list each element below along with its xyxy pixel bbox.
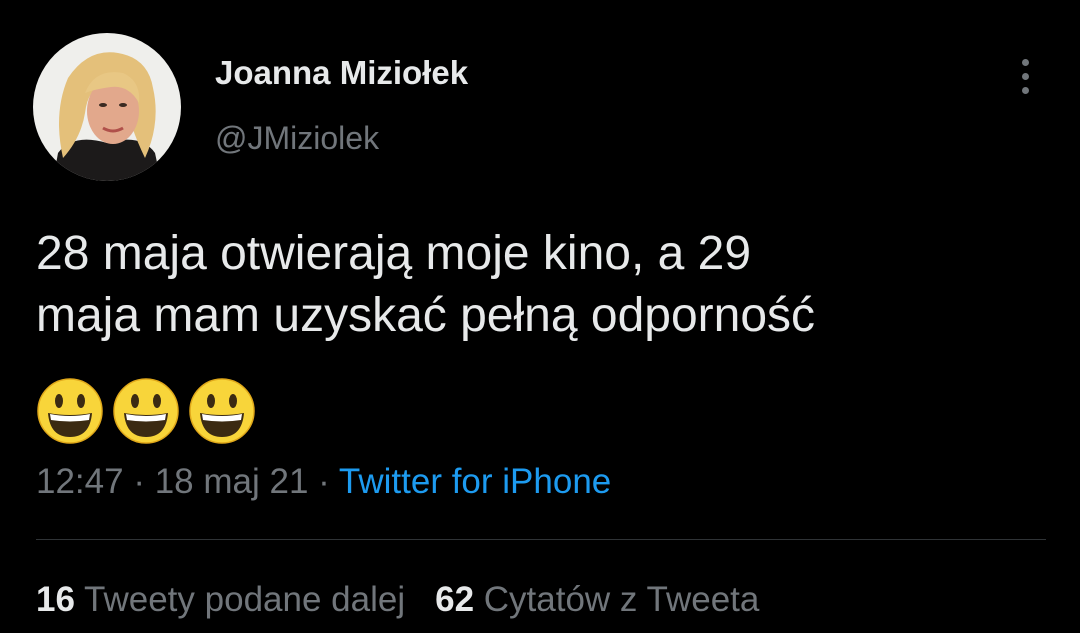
tweet-meta: 12:47 · 18 maj 21 · Twitter for iPhone (36, 462, 611, 502)
retweets-stat[interactable]: 16 Tweety podane dalej (36, 580, 405, 619)
quotes-stat[interactable]: 62 Cytatów z Tweeta (435, 580, 759, 619)
tweet-time[interactable]: 12:47 (36, 462, 124, 501)
avatar-image (33, 33, 181, 181)
retweets-label: Tweety podane dalej (84, 580, 406, 619)
tweet-stats: 16 Tweety podane dalej 62 Cytatów z Tweet… (36, 580, 789, 620)
tweet-text-line: 28 maja otwierają moje kino, a 29 (36, 227, 752, 280)
tweet-text: 28 maja otwierają moje kino, a 29 maja m… (36, 223, 1046, 347)
smiling-face-with-open-mouth-icon (189, 378, 255, 444)
quotes-label: Cytatów z Tweeta (483, 580, 760, 619)
quotes-count: 62 (435, 580, 475, 619)
retweets-count: 16 (36, 580, 75, 619)
more-options-dot (1021, 72, 1029, 80)
emoji-row (36, 377, 256, 445)
smiling-face-with-open-mouth-icon (37, 378, 103, 444)
meta-separator: · (123, 462, 155, 501)
tweet-date[interactable]: 18 maj 21 (155, 462, 309, 501)
author-display-name[interactable]: Joanna Miziołek (215, 54, 468, 92)
avatar[interactable] (33, 33, 181, 181)
more-options-icon[interactable] (1008, 56, 1042, 96)
tweet-source-link[interactable]: Twitter for iPhone (339, 462, 611, 501)
divider (36, 539, 1046, 540)
author-handle[interactable]: @JMiziolek (215, 120, 379, 157)
more-options-dot (1021, 86, 1029, 94)
meta-separator: · (308, 462, 339, 501)
tweet-text-line: maja mam uzyskać pełną odporność (36, 289, 816, 342)
more-options-dot (1021, 58, 1029, 66)
smiling-face-with-open-mouth-icon (113, 378, 179, 444)
